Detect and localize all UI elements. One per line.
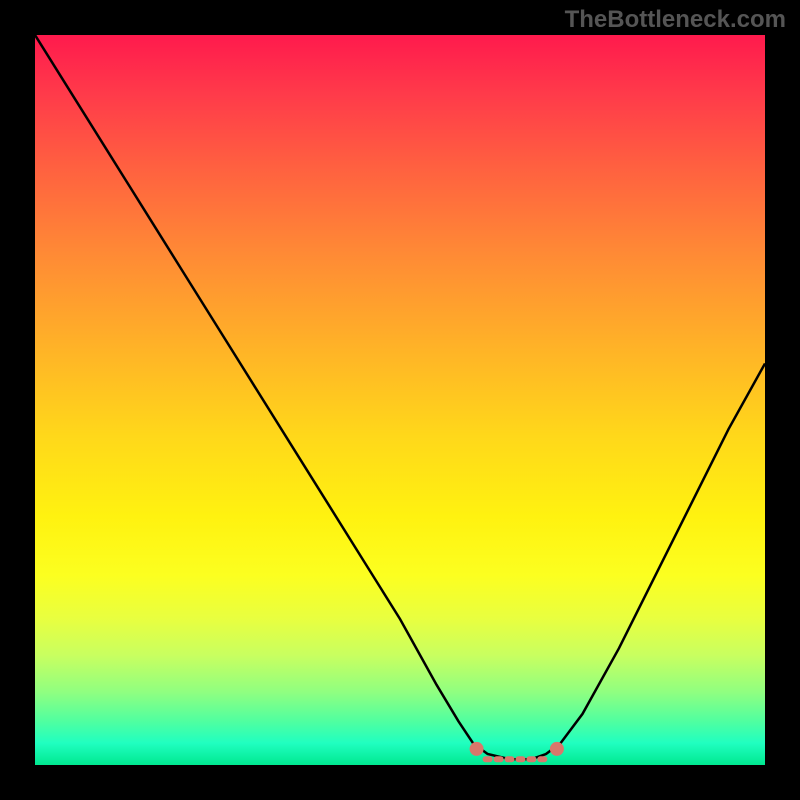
optimal-dash (526, 756, 536, 762)
watermark-text: TheBottleneck.com (565, 6, 786, 34)
optimal-dash (483, 756, 493, 762)
optimal-marker-dot (550, 742, 564, 756)
plot-area (35, 35, 765, 765)
optimal-marker-dot (470, 742, 484, 756)
optimal-dash (505, 756, 515, 762)
curve-svg (35, 35, 765, 765)
optimal-dash (494, 756, 504, 762)
optimal-dash (516, 756, 526, 762)
bottleneck-curve-path (35, 35, 765, 759)
optimal-dash (537, 756, 547, 762)
